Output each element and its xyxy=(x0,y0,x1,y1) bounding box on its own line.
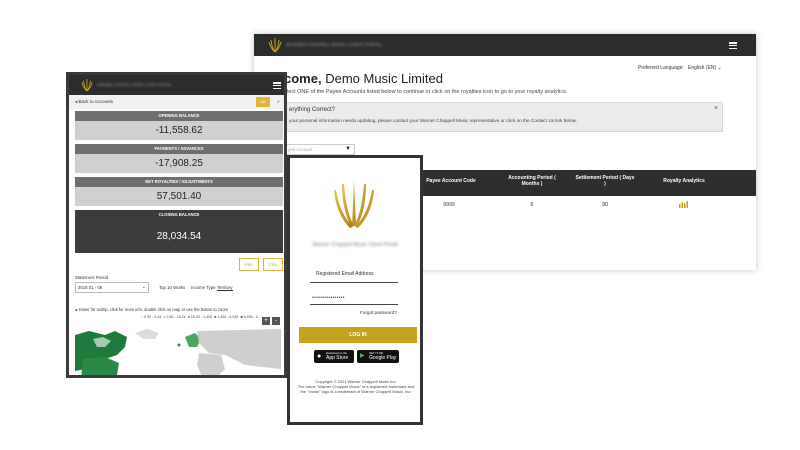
copyright: Copyright © 2021 Warner Chappell Music I… xyxy=(295,379,417,395)
card-value: 28,034.54 xyxy=(75,220,283,253)
login-button[interactable]: LOG IN xyxy=(299,327,417,343)
alert-body: your personal information needs updating… xyxy=(289,118,577,123)
card-value: 57,501.40 xyxy=(75,187,283,206)
google-play-badge[interactable]: ▶ GET IT ON Google Play xyxy=(357,350,399,363)
statement-period-label: Statement Period xyxy=(75,275,109,280)
currency-toggle-button[interactable]: UK xyxy=(256,97,270,107)
download-pdf-button[interactable]: PDF xyxy=(239,258,259,271)
cell-accounting-period: 6 xyxy=(530,202,534,208)
preferred-language: Preferred Language: English (EN) ⌄ xyxy=(638,65,722,71)
filter-placeholder: yee Account xyxy=(288,147,313,152)
mobile-portal-name: WARNER CHAPPELL MUSIC CLIENT PORTAL xyxy=(97,83,172,87)
page-subtitle: elect ONE of the Payee Accounts listed b… xyxy=(284,89,568,95)
google-play-label: Google Play xyxy=(369,355,397,361)
closing-balance-card: CLOSING BALANCE 28,034.54 xyxy=(75,210,283,253)
legend-item: 6,935 - 3 xyxy=(243,315,258,319)
legend-swatch: ■ xyxy=(163,315,166,319)
cell-payee-code: 9999 xyxy=(443,202,455,208)
external-link-icon[interactable]: ↗ xyxy=(271,97,284,107)
map-hint: ● Hover for tooltip, click for more info… xyxy=(75,307,228,312)
legend-swatch: ■ xyxy=(240,315,243,319)
welcome-prefix: come, xyxy=(284,71,322,86)
legend-item: 1,405 - 6,935 xyxy=(217,315,239,319)
card-value: -11,558.62 xyxy=(75,121,283,140)
language-value: English (EN) xyxy=(688,65,717,71)
password-field[interactable]: •••••••••••••••• xyxy=(312,295,345,301)
email-label: Registered Email Address xyxy=(316,271,374,277)
desktop-portal-name: WARNER CHAPPELL MUSIC CLIENT PORTAL xyxy=(286,42,383,47)
password-underline xyxy=(310,304,398,305)
info-alert: erything Correct? your personal informat… xyxy=(284,102,723,132)
card-label: NET ROYALTIES / ADJUSTMENTS xyxy=(75,177,283,187)
filter-icon[interactable]: ▼ xyxy=(345,145,351,154)
app-store-badge[interactable]: ● Download on the App Store xyxy=(314,350,354,363)
desktop-header: WARNER CHAPPELL MUSIC CLIENT PORTAL xyxy=(254,34,756,56)
net-royalties-card: NET ROYALTIES / ADJUSTMENTS 57,501.40 xyxy=(75,177,283,206)
mobile-header: WARNER CHAPPELL MUSIC CLIENT PORTAL xyxy=(69,75,284,95)
opening-balance-card: OPENING BALANCE -11,558.62 xyxy=(75,111,283,140)
card-label: OPENING BALANCE xyxy=(75,111,283,121)
mobile-login-screen: Warner Chappell Music Client Portal Regi… xyxy=(287,155,423,425)
alert-title: erything Correct? xyxy=(289,107,336,113)
language-select[interactable]: English (EN) ⌄ xyxy=(685,65,722,71)
mobile-statement-screen: WARNER CHAPPELL MUSIC CLIENT PORTAL ◂ Ba… xyxy=(66,72,287,378)
cell-settlement-period: 90 xyxy=(602,202,608,208)
preferred-language-label: Preferred Language: xyxy=(638,65,684,71)
header-payee-code: Payee Account Code xyxy=(426,178,476,184)
welcome-name: Demo Music Limited xyxy=(325,71,443,86)
card-label: CLOSING BALANCE xyxy=(75,210,283,220)
statement-period-select[interactable]: 2018 01 - 06 ⌄ xyxy=(75,282,149,293)
payee-filter-input[interactable]: yee Account ▼ xyxy=(284,144,355,155)
card-value: -17,908.25 xyxy=(75,154,283,173)
map-legend: ■ 0.00 - 0.44 ■ 2.60 - 16.21 ■ 16.20 - 1… xyxy=(141,315,258,319)
header-accounting-period: Accounting Period ( Months ) xyxy=(508,175,556,187)
apple-icon: ● xyxy=(317,353,322,360)
chevron-down-icon: ⌄ xyxy=(141,284,146,290)
legend-swatch: ■ xyxy=(214,315,217,319)
zoom-in-button[interactable]: + xyxy=(262,317,270,325)
subnav-bar: ◂ Back to Accounts UK ↗ xyxy=(69,95,284,109)
app-store-label: App Store xyxy=(326,355,349,361)
card-label: PAYMENTS / ADVANCES xyxy=(75,144,283,154)
tab-top-10-works[interactable]: Top 10 Works xyxy=(159,285,185,290)
forgot-password-link[interactable]: Forgot password? xyxy=(360,310,397,315)
legend-item: 2.60 - 16.21 xyxy=(166,315,186,319)
zoom-out-button[interactable]: - xyxy=(272,317,280,325)
header-settlement-period: Settlement Period ( Days ) xyxy=(575,175,635,187)
crown-logo-icon xyxy=(334,180,374,228)
menu-icon[interactable] xyxy=(729,42,737,50)
legend-swatch: ■ xyxy=(187,315,190,319)
royalty-analytics-icon[interactable] xyxy=(679,201,688,208)
legend-item: 0.00 - 0.44 xyxy=(144,315,162,319)
google-play-icon: ▶ xyxy=(360,353,365,359)
header-royalty-analytics: Royalty Analytics xyxy=(663,178,705,184)
chevron-down-icon: ⌄ xyxy=(717,65,722,71)
download-csv-button[interactable]: CSV xyxy=(263,258,283,271)
back-to-accounts-link[interactable]: ◂ Back to Accounts xyxy=(75,99,113,105)
login-portal-name: Warner Chappell Music Client Portal xyxy=(312,242,398,248)
close-icon[interactable]: × xyxy=(714,105,718,112)
page-title: come, Demo Music Limited xyxy=(284,71,443,86)
crown-logo-icon xyxy=(268,38,282,53)
info-icon: ● xyxy=(75,307,78,312)
crown-logo-icon xyxy=(81,79,93,92)
legend-swatch: ■ xyxy=(141,315,144,319)
map-hint-text: Hover for tooltip, click for more info, … xyxy=(78,307,228,312)
menu-icon[interactable] xyxy=(273,82,281,90)
world-map[interactable] xyxy=(75,325,281,378)
email-field[interactable] xyxy=(310,282,398,283)
tab-territory[interactable]: Territory xyxy=(217,285,233,291)
territory-map[interactable]: + - xyxy=(75,317,281,378)
legend-item: 16.20 - 1,405 xyxy=(190,315,213,319)
tab-income-type[interactable]: Income Type xyxy=(191,285,216,290)
payments-advances-card: PAYMENTS / ADVANCES -17,908.25 xyxy=(75,144,283,173)
statement-period-value: 2018 01 - 06 xyxy=(78,285,103,290)
copyright-line: the "crown" logo is a trademark of Warne… xyxy=(300,389,412,395)
